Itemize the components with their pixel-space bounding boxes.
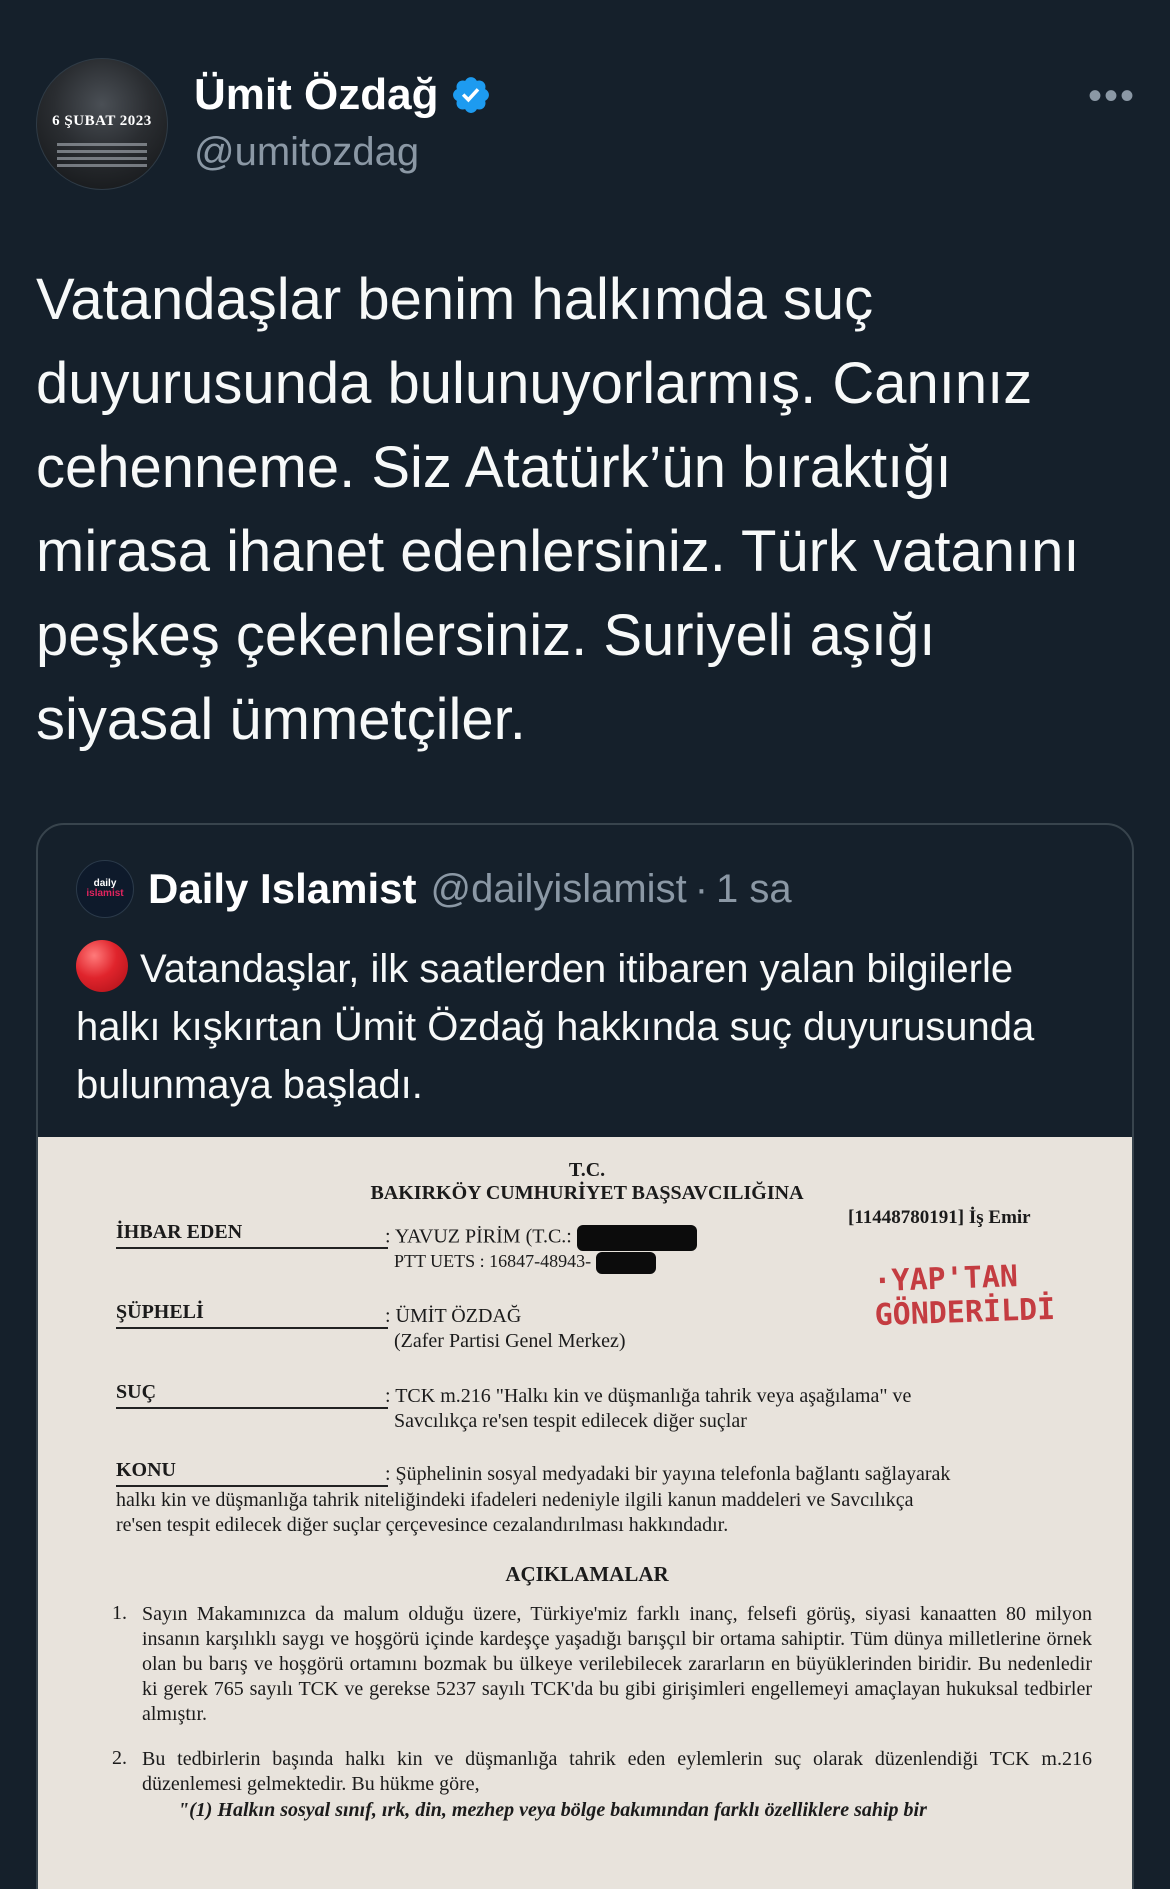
author-avatar[interactable]: 6 ŞUBAT 2023 bbox=[36, 58, 168, 190]
quoted-tweet-text: Vatandaşlar, ilk saatlerden itibaren yal… bbox=[76, 940, 1106, 1114]
redaction-bar bbox=[595, 1251, 656, 1274]
doc-supheli-value-2: (Zafer Partisi Genel Merkez) bbox=[394, 1330, 626, 1352]
doc-aciklamalar-heading: AÇIKLAMALAR bbox=[505, 1562, 669, 1586]
doc-p1-number: 1. bbox=[112, 1602, 127, 1624]
quoted-text-body: Vatandaşlar, ilk saatlerden itibaren yal… bbox=[76, 947, 1035, 1107]
doc-ihbar-value: : YAVUZ PİRİM (T.C.: bbox=[385, 1225, 697, 1251]
doc-paragraph-2-quote: "(1) Halkın sosyal sınıf, ırk, din, mezh… bbox=[178, 1799, 927, 1821]
doc-suc-value: : TCK m.216 "Halkı kin ve düşmanlığa tah… bbox=[385, 1385, 912, 1407]
doc-header-tc: T.C. bbox=[568, 1159, 606, 1181]
author-name-text: Ümit Özdağ bbox=[194, 70, 439, 119]
quoted-tweet[interactable]: daily islamist Daily Islamist @dailyisla… bbox=[36, 823, 1134, 1889]
doc-konu-label: KONU bbox=[116, 1459, 176, 1481]
avatar-text-islamist: islamist bbox=[86, 888, 124, 899]
quoted-tweet-header: daily islamist Daily Islamist @dailyisla… bbox=[76, 860, 792, 918]
doc-ihbar-label: İHBAR EDEN bbox=[116, 1221, 243, 1243]
doc-reference: [11448780191] İş Emir bbox=[848, 1207, 1031, 1228]
redaction-bar bbox=[576, 1225, 697, 1251]
doc-p2-number: 2. bbox=[112, 1747, 127, 1769]
underline bbox=[116, 1247, 388, 1249]
document-image[interactable]: T.C. BAKIRKÖY CUMHURİYET BAŞSAVCILIĞINA … bbox=[38, 1137, 1132, 1889]
doc-paragraph-2: Bu tedbirlerin başında halkı kin ve düşm… bbox=[142, 1748, 1092, 1795]
author-display-name[interactable]: Ümit Özdağ bbox=[194, 70, 492, 120]
more-horizontal-icon[interactable]: ••• bbox=[1088, 76, 1136, 116]
doc-paragraph-1: Sayın Makamınızca da malum olduğu üzere,… bbox=[142, 1603, 1092, 1725]
doc-supheli-value: : ÜMİT ÖZDAĞ bbox=[385, 1305, 522, 1327]
doc-header-office: BAKIRKÖY CUMHURİYET BAŞSAVCILIĞINA bbox=[370, 1182, 804, 1204]
quoted-author-handle[interactable]: @dailyislamist bbox=[430, 867, 686, 912]
verified-badge-icon bbox=[453, 77, 490, 113]
quoted-author-name[interactable]: Daily Islamist bbox=[148, 865, 416, 913]
tweet-author: 6 ŞUBAT 2023 Ümit Özdağ @umitozdag ••• bbox=[36, 58, 1136, 190]
underline bbox=[116, 1485, 388, 1487]
author-handle[interactable]: @umitozdag bbox=[194, 130, 419, 175]
avatar-date-text: 6 ŞUBAT 2023 bbox=[52, 113, 152, 129]
underline bbox=[116, 1327, 388, 1329]
doc-suc-value-2: Savcılıkça re'sen tespit edilecek diğer … bbox=[394, 1410, 747, 1432]
doc-konu-value-3: re'sen tespit edilecek diğer suçlar çerç… bbox=[116, 1514, 729, 1536]
doc-supheli-label: ŞÜPHELİ bbox=[116, 1301, 204, 1323]
doc-suc-label: SUÇ bbox=[116, 1381, 157, 1403]
doc-konu-value: : Şüphelinin sosyal medyadaki bir yayına… bbox=[385, 1463, 951, 1485]
red-circle-icon bbox=[76, 940, 128, 992]
doc-konu-value-2: halkı kin ve düşmanlığa tahrik niteliğin… bbox=[116, 1489, 914, 1511]
quoted-timestamp[interactable]: 1 sa bbox=[716, 867, 792, 912]
doc-ptt-value: PTT UETS : 16847-48943- bbox=[394, 1251, 656, 1274]
tweet-page: 6 ŞUBAT 2023 Ümit Özdağ @umitozdag ••• V… bbox=[0, 0, 1170, 1889]
ihbar-value-text: : YAVUZ PİRİM (T.C.: bbox=[385, 1225, 572, 1248]
doc-stamp: ·YAP'TAN GÖNDERİLDİ bbox=[873, 1259, 1056, 1333]
quoted-author-avatar[interactable]: daily islamist bbox=[76, 860, 134, 918]
tweet-text: Vatandaşlar benim halkımda suç duyurusun… bbox=[36, 267, 1080, 752]
ptt-value-text: PTT UETS : 16847-48943- bbox=[394, 1251, 592, 1271]
underline bbox=[116, 1407, 388, 1409]
stamp-line-2: GÖNDERİLDİ bbox=[874, 1291, 1056, 1334]
avatar-text-lines bbox=[57, 139, 147, 171]
separator-dot: · bbox=[694, 866, 709, 911]
